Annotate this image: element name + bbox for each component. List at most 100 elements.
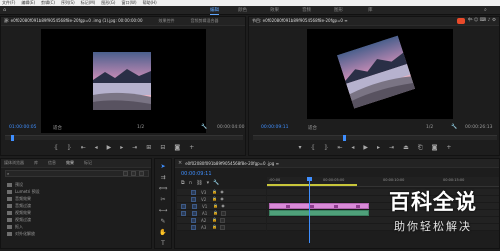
32bit-filter-button[interactable] xyxy=(131,171,136,176)
selection-tool-icon[interactable]: ➤ xyxy=(155,163,171,174)
list-item[interactable]: 预设 xyxy=(7,181,147,188)
lock-icon[interactable]: 🔒 xyxy=(212,224,217,230)
timeline-timecode[interactable]: 00:00:09:11 xyxy=(181,171,212,177)
mark-out-icon[interactable]: ⦄ xyxy=(67,145,71,151)
go-to-in-icon[interactable]: ⇤ xyxy=(337,145,342,151)
lock-icon[interactable]: 🔒 xyxy=(212,217,217,223)
tab-info[interactable]: 信息 xyxy=(48,160,56,166)
hand-tool-icon[interactable]: ✋ xyxy=(155,229,171,240)
program-playhead[interactable] xyxy=(343,135,346,141)
list-item[interactable]: Lumetri 预设 xyxy=(7,188,147,195)
pen-tool-icon[interactable]: ✎ xyxy=(155,218,171,229)
add-button-icon[interactable]: + xyxy=(189,145,194,151)
search-icon[interactable]: ⌕ xyxy=(484,7,487,13)
play-icon[interactable]: ▶ xyxy=(107,145,112,151)
step-back-icon[interactable]: ◂ xyxy=(95,145,98,151)
go-to-out-icon[interactable]: ⇥ xyxy=(132,145,137,151)
mute-button[interactable] xyxy=(221,210,227,216)
tab-markers[interactable]: 标记 xyxy=(84,160,92,166)
accelerated-filter-button[interactable] xyxy=(123,171,128,176)
program-timecode[interactable]: 00:00:09:11 xyxy=(261,125,288,130)
tab-audio-mixer[interactable]: 音频剪辑混合器 xyxy=(191,18,219,24)
eye-icon[interactable]: ◉ xyxy=(220,189,224,195)
target-toggle[interactable] xyxy=(191,189,196,195)
source-viewer[interactable] xyxy=(41,29,206,133)
lock-icon[interactable]: 🔒 xyxy=(212,196,217,202)
target-toggle[interactable] xyxy=(192,210,197,216)
target-toggle[interactable] xyxy=(192,203,197,209)
add-marker-icon[interactable]: ▾ xyxy=(207,180,210,186)
program-viewer[interactable] xyxy=(307,29,453,119)
mark-in-icon[interactable]: ⦃ xyxy=(311,145,315,151)
play-icon[interactable]: ▶ xyxy=(363,145,368,151)
tab-sequence[interactable]: e0f02080f091b89f9054568f8e-20fgp=0 .jpg … xyxy=(185,161,279,166)
extract-icon[interactable]: ⎗ xyxy=(418,145,423,151)
home-icon[interactable]: ⌂ xyxy=(3,7,6,13)
step-back-icon[interactable]: ◂ xyxy=(351,145,354,151)
program-fit-select[interactable]: 适合 xyxy=(308,125,317,131)
eye-icon[interactable]: ◉ xyxy=(221,203,225,209)
workspace-tab-audio[interactable]: 音频 xyxy=(302,7,311,13)
mark-in-icon[interactable]: ⦃ xyxy=(54,145,58,151)
work-area-bar[interactable] xyxy=(267,184,357,186)
list-item[interactable]: 视频效果 xyxy=(7,209,147,216)
tab-effect-controls[interactable]: 效果控件 xyxy=(159,18,175,24)
lift-icon[interactable]: ⏏ xyxy=(403,145,409,151)
effects-search-input[interactable]: ⌕ xyxy=(5,170,149,177)
tab-media-browser[interactable]: 媒体浏览器 xyxy=(4,160,24,166)
target-toggle[interactable] xyxy=(191,224,196,230)
slip-tool-icon[interactable]: ⟷ xyxy=(155,207,171,218)
marker-icon[interactable]: ▾ xyxy=(299,145,302,151)
export-frame-icon[interactable]: ◙ xyxy=(432,145,438,151)
source-time-ruler[interactable] xyxy=(5,135,243,141)
sogou-ime-icon[interactable] xyxy=(456,18,465,24)
mark-out-icon[interactable]: ⦄ xyxy=(324,145,328,151)
program-time-ruler[interactable] xyxy=(253,135,497,141)
tab-effects[interactable]: 效果 xyxy=(66,160,74,166)
export-frame-icon[interactable]: ◙ xyxy=(174,145,180,151)
video-clip[interactable] xyxy=(269,203,369,209)
razor-tool-icon[interactable]: ✂ xyxy=(155,196,171,207)
source-resolution-select[interactable]: 1/2 xyxy=(137,125,144,130)
lock-icon[interactable]: 🔒 xyxy=(212,189,217,195)
step-forward-icon[interactable]: ▸ xyxy=(377,145,380,151)
lock-icon[interactable]: 🔒 xyxy=(213,203,218,209)
type-tool-icon[interactable]: T xyxy=(155,240,171,251)
playhead-handle[interactable] xyxy=(307,177,312,181)
yuv-filter-button[interactable] xyxy=(139,171,144,176)
audio-clip[interactable] xyxy=(269,210,369,216)
lock-icon[interactable]: 🔒 xyxy=(213,210,218,216)
insert-icon[interactable]: ⊞ xyxy=(146,145,151,151)
wrench-icon[interactable]: 🔧 xyxy=(201,124,207,130)
source-timecode[interactable]: 01:00:00:05 xyxy=(9,125,36,130)
list-item[interactable]: 音频过渡 xyxy=(7,202,147,209)
workspace-tab-effects[interactable]: 效果 xyxy=(270,7,279,13)
workspace-tab-library[interactable]: 库 xyxy=(368,7,373,13)
target-toggle[interactable] xyxy=(191,217,196,223)
add-button-icon[interactable]: + xyxy=(446,145,451,151)
tab-source[interactable]: 源: e0f02080f091b89f9054568f8e-20fgp=0 .i… xyxy=(4,18,143,24)
ripple-edit-tool-icon[interactable]: ⟺ xyxy=(155,185,171,196)
workspace-tab-color[interactable]: 颜色 xyxy=(238,7,247,13)
go-to-in-icon[interactable]: ⇤ xyxy=(81,145,86,151)
list-item[interactable]: 音频效果 xyxy=(7,195,147,202)
ime-toolbar-icons[interactable]: 中·☺ ⌨ ♪ ⚙ xyxy=(468,18,496,24)
list-item[interactable]: 抠入 xyxy=(7,223,147,230)
source-fit-select[interactable]: 适合 xyxy=(53,125,62,131)
mute-button[interactable] xyxy=(220,217,226,223)
source-playhead[interactable] xyxy=(11,135,14,141)
list-item[interactable]: 视频过渡 xyxy=(7,216,147,223)
nest-icon[interactable]: ⧉ xyxy=(181,180,185,186)
workspace-tab-graphics[interactable]: 图形 xyxy=(334,7,343,13)
go-to-out-icon[interactable]: ⇥ xyxy=(389,145,394,151)
tab-libraries[interactable]: 库 xyxy=(34,160,38,166)
overwrite-icon[interactable]: ⊟ xyxy=(160,145,165,151)
tab-program[interactable]: 节目: e0f02080f091b89f9054568f8e-20fgp=0 ≡ xyxy=(252,18,348,24)
source-patch[interactable] xyxy=(181,203,186,209)
source-patch[interactable] xyxy=(181,210,186,216)
list-item[interactable]: 对外化解放 xyxy=(7,230,147,237)
workspace-tab-edit[interactable]: 编辑 xyxy=(210,7,219,15)
mute-button[interactable] xyxy=(220,224,226,230)
linked-selection-icon[interactable]: ⛓ xyxy=(196,180,202,186)
track-select-tool-icon[interactable]: ⇉ xyxy=(155,174,171,185)
